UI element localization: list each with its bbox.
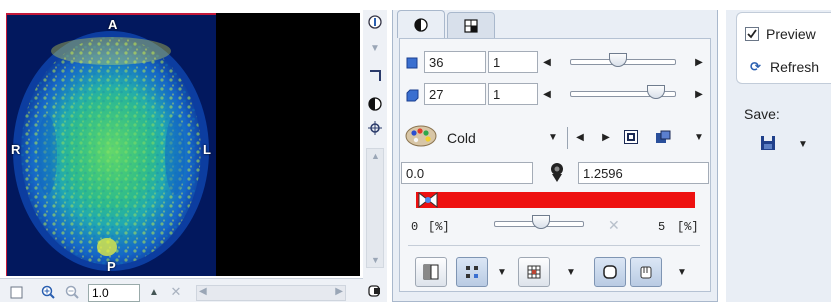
slice-step-field[interactable]	[488, 51, 538, 73]
brain-scan-image[interactable]: A R L P	[6, 13, 216, 276]
colormap-editor-icon[interactable]	[655, 130, 671, 147]
colormap-name: Cold	[447, 130, 476, 146]
info-icon[interactable]	[367, 14, 383, 30]
slice-increment-icon[interactable]: ▶	[694, 56, 704, 68]
zoom-in-icon[interactable]	[40, 284, 56, 300]
fusion-mode-button[interactable]	[415, 257, 447, 287]
slice-step-field-2[interactable]	[488, 83, 538, 105]
slice-value-field[interactable]	[424, 51, 486, 73]
refresh-icon[interactable]: ⟳	[750, 59, 761, 75]
contrast-icon	[414, 17, 428, 32]
max-value-field[interactable]	[578, 162, 709, 184]
color-palette-icon[interactable]	[405, 125, 437, 150]
vertical-tool-strip: ▼ ▲ ▼	[363, 10, 387, 302]
dropdown-icon[interactable]: ▼	[367, 40, 383, 56]
preview-checkbox[interactable]	[745, 27, 759, 44]
reset-zoom-icon[interactable]: ✕	[168, 284, 184, 300]
hand-tool-dropdown-icon[interactable]: ▼	[677, 266, 687, 278]
fusion-icon	[423, 264, 439, 280]
viewer-toolbar: ▲ ✕ ◀ ▶	[0, 278, 366, 302]
upper-percent-value: 5	[658, 220, 666, 234]
orientation-left-label: R	[11, 142, 21, 157]
invert-colormap-icon[interactable]	[624, 130, 638, 147]
save-dropdown-icon[interactable]: ▼	[798, 138, 808, 150]
contrast-icon[interactable]	[367, 96, 383, 112]
grid-icon	[527, 265, 541, 279]
overlay-icon[interactable]	[367, 283, 383, 299]
hand-tool-button[interactable]	[630, 257, 662, 287]
slice-value-field-2[interactable]	[424, 83, 486, 105]
frame-icon[interactable]	[367, 68, 383, 84]
grid-dropdown-icon[interactable]: ▼	[566, 266, 576, 278]
color-bar[interactable]	[416, 192, 695, 208]
tab-layout[interactable]	[447, 12, 495, 38]
reset-threshold-icon[interactable]: ✕	[608, 217, 620, 234]
slice-increment-icon-2[interactable]: ▶	[694, 88, 704, 100]
auto-range-icon[interactable]	[549, 162, 565, 187]
refresh-button[interactable]: Refresh	[770, 59, 819, 75]
grid-button[interactable]	[518, 257, 550, 287]
zoom-up-icon[interactable]: ▲	[146, 284, 162, 300]
volume-slice-icon	[406, 89, 419, 105]
min-value-field[interactable]	[401, 162, 533, 184]
overlay-dropdown-icon[interactable]: ▼	[497, 266, 507, 278]
scroll-down-icon[interactable]: ▼	[371, 255, 380, 265]
colormap-prev-icon[interactable]: ◀	[575, 131, 585, 143]
upper-percent-unit: [%]	[677, 220, 699, 234]
overlay-grid-button[interactable]	[456, 257, 488, 287]
dots-icon	[466, 266, 478, 278]
grid-icon	[464, 18, 478, 33]
scroll-up-icon[interactable]: ▲	[371, 151, 380, 161]
save-icon[interactable]	[760, 135, 776, 154]
scan-render	[7, 15, 216, 276]
hand-icon	[640, 266, 652, 279]
horizontal-scrollbar[interactable]: ◀ ▶	[196, 285, 346, 301]
slice-decrement-icon[interactable]: ◀	[542, 56, 552, 68]
save-label: Save:	[744, 106, 780, 122]
lower-percent-value: 0	[411, 220, 419, 234]
color-bar-handle-icon[interactable]	[418, 191, 438, 211]
orientation-right-label: L	[203, 142, 211, 157]
axial-slice-icon	[406, 57, 418, 72]
orientation-bottom-label: P	[107, 259, 116, 274]
scroll-right-icon[interactable]: ▶	[335, 286, 343, 297]
zoom-out-icon[interactable]	[64, 284, 80, 300]
zoom-input[interactable]	[88, 284, 140, 302]
preview-label[interactable]: Preview	[766, 26, 816, 42]
colormap-next-icon[interactable]: ▶	[601, 131, 611, 143]
vertical-scrollbar[interactable]: ▲ ▼	[366, 148, 384, 268]
layout-toggle-icon[interactable]	[8, 284, 24, 300]
divider	[567, 127, 568, 149]
colormap-dropdown-icon[interactable]: ▼	[548, 131, 558, 143]
crosshair-icon[interactable]	[367, 120, 383, 136]
tab-color[interactable]	[397, 10, 445, 38]
slice-decrement-icon-2[interactable]: ◀	[542, 88, 552, 100]
rounded-frame-icon	[603, 265, 617, 279]
colormap-options-dropdown-icon[interactable]: ▼	[694, 131, 704, 143]
scroll-left-icon[interactable]: ◀	[199, 286, 207, 297]
rounded-frame-button[interactable]	[594, 257, 626, 287]
lower-percent-unit: [%]	[428, 220, 450, 234]
image-viewer[interactable]: A R L P	[6, 13, 360, 276]
separator	[408, 245, 700, 246]
orientation-top-label: A	[108, 17, 118, 32]
